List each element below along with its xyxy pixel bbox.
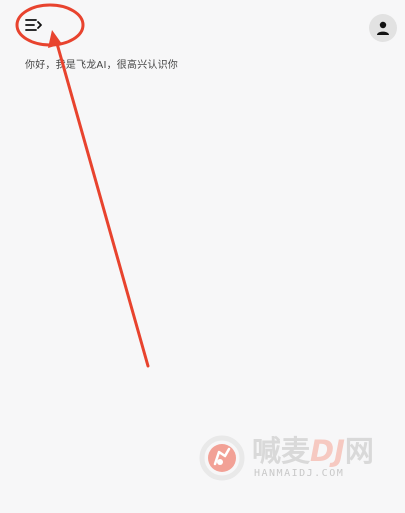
annotation-arrow-head xyxy=(48,30,62,48)
watermark: 喊麦DJ网 HANMAIDJ.COM xyxy=(198,432,400,492)
app-screen: 你好，我是飞龙AI，很高兴认识你 喊麦DJ网 HANMAIDJ.COM xyxy=(0,0,405,513)
annotation-arrow-shaft xyxy=(54,38,150,368)
watermark-brand-suffix: 网 xyxy=(344,434,374,468)
assistant-greeting: 你好，我是飞龙AI，很高兴认识你 xyxy=(25,60,178,71)
user-avatar-icon xyxy=(377,21,389,35)
watermark-url: HANMAIDJ.COM xyxy=(254,468,345,479)
menu-button[interactable] xyxy=(20,12,48,38)
menu-expand-icon xyxy=(25,19,42,31)
watermark-brand-dj: DJ xyxy=(310,434,345,468)
watermark-brand: 喊麦DJ网 xyxy=(252,434,374,468)
watermark-brand-prefix: 喊麦 xyxy=(252,434,311,468)
watermark-logo-icon xyxy=(199,435,245,481)
avatar-button[interactable] xyxy=(369,14,397,42)
